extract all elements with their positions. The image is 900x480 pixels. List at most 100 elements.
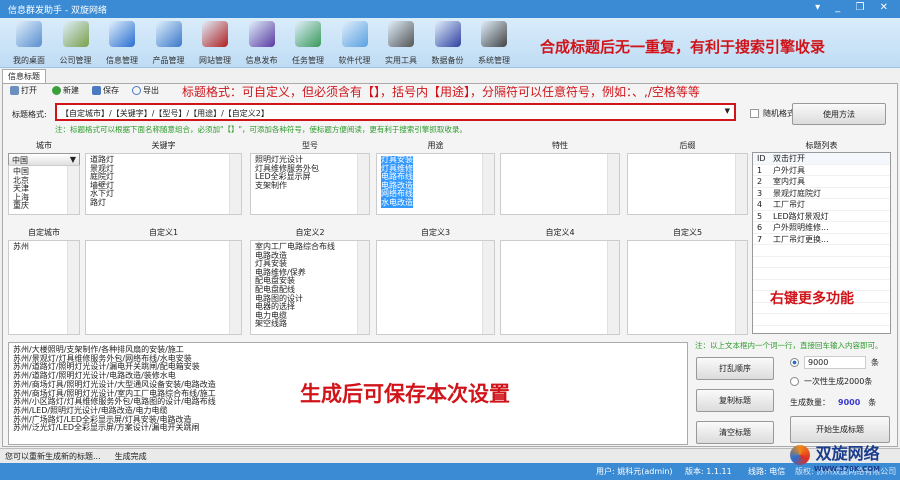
table-row[interactable]: 6 户外照明维修...	[753, 222, 890, 234]
table-row[interactable]: 5 LED路灯景观灯	[753, 211, 890, 222]
list-item[interactable]: 苏州	[13, 242, 75, 252]
country-value: 中国	[12, 156, 28, 165]
toolbar-item-5[interactable]: 信息发布	[239, 21, 285, 66]
toolbar-item-7[interactable]: 软件代理	[332, 21, 378, 66]
custom2-list[interactable]: 室内工厂电路综合布线 电路改造 灯具安装 电路维修/保养 配电盘安装 配电盘配线 电路图的设…	[250, 240, 370, 335]
toolbar-icon	[202, 21, 228, 47]
table-row[interactable]: 3 景观灯庭院灯	[753, 188, 890, 199]
toolbar-icon	[434, 21, 461, 47]
scrollbar[interactable]	[482, 154, 494, 214]
toolbar-item-9[interactable]: 数据备份	[425, 21, 471, 66]
list-item[interactable]: 支架制作	[255, 180, 365, 191]
save-settings-annotation: 生成后可保存本次设置	[300, 382, 510, 406]
checkbox-icon	[750, 109, 759, 118]
status-left: 您可以重新生成新的标题...	[5, 452, 101, 461]
toolbar-label: 软件代理	[338, 56, 371, 65]
count-input[interactable]: 9000	[804, 356, 866, 369]
open-button[interactable]: 打开	[10, 85, 37, 96]
list-item[interactable]: 路灯	[90, 198, 237, 208]
custom-city-list[interactable]: 苏州	[8, 240, 80, 335]
generated-count: 生成数量： 9000 条	[790, 397, 876, 408]
shuffle-button[interactable]: 打乱顺序	[696, 357, 774, 380]
toolbar-item-3[interactable]: 产品管理	[146, 21, 192, 66]
format-label: 标题格式:	[12, 110, 47, 119]
new-button[interactable]: 新建	[52, 85, 79, 96]
row-name: 景观灯庭院灯	[773, 188, 821, 198]
toolbar-icon	[155, 21, 182, 47]
list-item[interactable]: 重庆	[13, 202, 75, 211]
toolbar-item-4[interactable]: 网站管理	[192, 21, 238, 66]
save-button[interactable]: 保存	[92, 85, 119, 96]
toolbar-item-10[interactable]: 系统管理	[471, 21, 517, 66]
help-button[interactable]: 使用方法	[792, 103, 886, 125]
format-combobox[interactable]: 【自定城市】/【关键字】/【型号】/【用途】/【自定义2】 ▼	[55, 103, 736, 121]
row-name: 户外灯具	[773, 165, 805, 175]
model-header: 型号	[302, 141, 318, 150]
random-format-checkbox[interactable]: 随机格式	[750, 108, 795, 119]
footer-line: 线路: 电信	[748, 467, 786, 476]
table-row[interactable]: 4 工厂吊灯	[753, 199, 890, 211]
scrollbar[interactable]	[357, 154, 369, 214]
scrollbar[interactable]	[735, 154, 747, 214]
window-title: 信息群发助手 - 双旋网络	[8, 6, 107, 16]
row-id: 6	[757, 223, 763, 232]
model-list[interactable]: 照明灯光设计 灯具维修服务外包 LED全彩显示屏 支架制作	[250, 153, 370, 215]
toolbar-icon	[388, 21, 414, 47]
clear-titles-button[interactable]: 清空标题	[696, 421, 774, 444]
toolbar-label: 信息管理	[106, 56, 138, 65]
list-item-text: 支架制作	[255, 180, 287, 190]
custom3-list[interactable]	[376, 240, 495, 335]
toolbar-item-6[interactable]: 任务管理	[285, 21, 331, 66]
list-item-text: 重庆	[13, 201, 29, 211]
toolbar-item-2[interactable]: 信息管理	[99, 21, 145, 66]
scrollbar[interactable]	[229, 154, 241, 214]
custom4-list[interactable]	[500, 240, 620, 335]
scrollbar[interactable]	[607, 241, 619, 334]
count-radio[interactable]: 9000 条	[790, 356, 879, 369]
suffix-list[interactable]	[627, 153, 748, 215]
toolbar-item-0[interactable]: 我的桌面	[6, 21, 52, 66]
copy-titles-button[interactable]: 复制标题	[696, 389, 774, 412]
toolbar-icon	[295, 21, 321, 47]
row-id: 3	[757, 188, 763, 198]
list-item[interactable]: 架空线路	[255, 320, 365, 329]
row-id: 2	[757, 177, 763, 186]
table-row[interactable]: 7 工厂吊灯更换...	[753, 234, 890, 245]
city-list[interactable]: 中国 北京 天津 上海 重庆	[8, 165, 80, 215]
toolbar-label: 实用工具	[385, 56, 417, 65]
scrollbar[interactable]	[229, 241, 241, 334]
toolbar-icon	[62, 21, 89, 47]
scrollbar[interactable]	[735, 241, 747, 334]
row-id: 1	[757, 165, 763, 175]
gen-label: 生成数量：	[790, 398, 830, 407]
table-row[interactable]: 2 室内灯具	[753, 176, 890, 188]
scrollbar[interactable]	[607, 154, 619, 214]
feature-list[interactable]	[500, 153, 620, 215]
custom5-list[interactable]	[627, 240, 748, 335]
window-controls[interactable]: ▾ _ ❐ ✕	[815, 2, 894, 13]
save-icon	[92, 86, 101, 95]
keyword-list[interactable]: 道路灯 景观灯 庭院灯 墙壁灯 水下灯 路灯	[85, 153, 242, 215]
export-icon	[132, 86, 141, 95]
start-generate-button[interactable]: 开始生成标题	[790, 416, 890, 443]
scrollbar[interactable]	[67, 241, 79, 334]
usage-list[interactable]: 灯具安装 灯具维修 电路布线 电路改造 网络布线 水电改造	[376, 153, 495, 215]
scrollbar[interactable]	[67, 166, 79, 214]
scrollbar[interactable]	[357, 241, 369, 334]
row-name: 户外照明维修...	[773, 223, 829, 232]
list-item[interactable]: 水电改造	[381, 198, 490, 208]
list-item[interactable]: 水下灯	[90, 190, 237, 199]
tab-info-title[interactable]: 信息标题	[2, 69, 46, 83]
status-bar: 您可以重新生成新的标题... 生成完成	[0, 448, 900, 463]
table-row[interactable]: 1 户外灯具	[753, 165, 890, 176]
row-name: 工厂吊灯	[773, 200, 805, 209]
toolbar-item-8[interactable]: 实用工具	[378, 21, 424, 66]
custom1-list[interactable]	[85, 240, 242, 335]
toolbar-item-1[interactable]: 公司管理	[53, 21, 99, 66]
scrollbar[interactable]	[482, 241, 494, 334]
once-radio[interactable]: 一次性生成2000条	[790, 376, 872, 387]
toolbar-label: 公司管理	[59, 56, 92, 65]
footer-user: 用户: 姚科元(admin)	[596, 467, 673, 476]
custom1-header: 自定义1	[148, 228, 179, 237]
export-button[interactable]: 导出	[132, 85, 159, 96]
